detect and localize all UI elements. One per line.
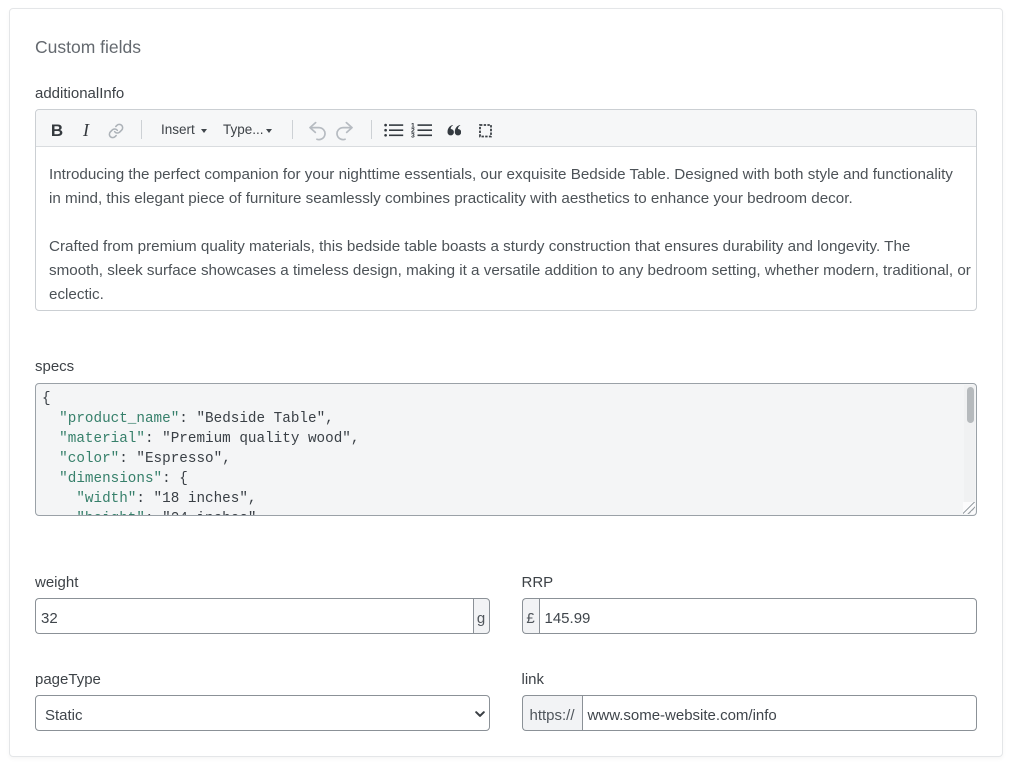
svg-text:3: 3 [411,132,415,138]
